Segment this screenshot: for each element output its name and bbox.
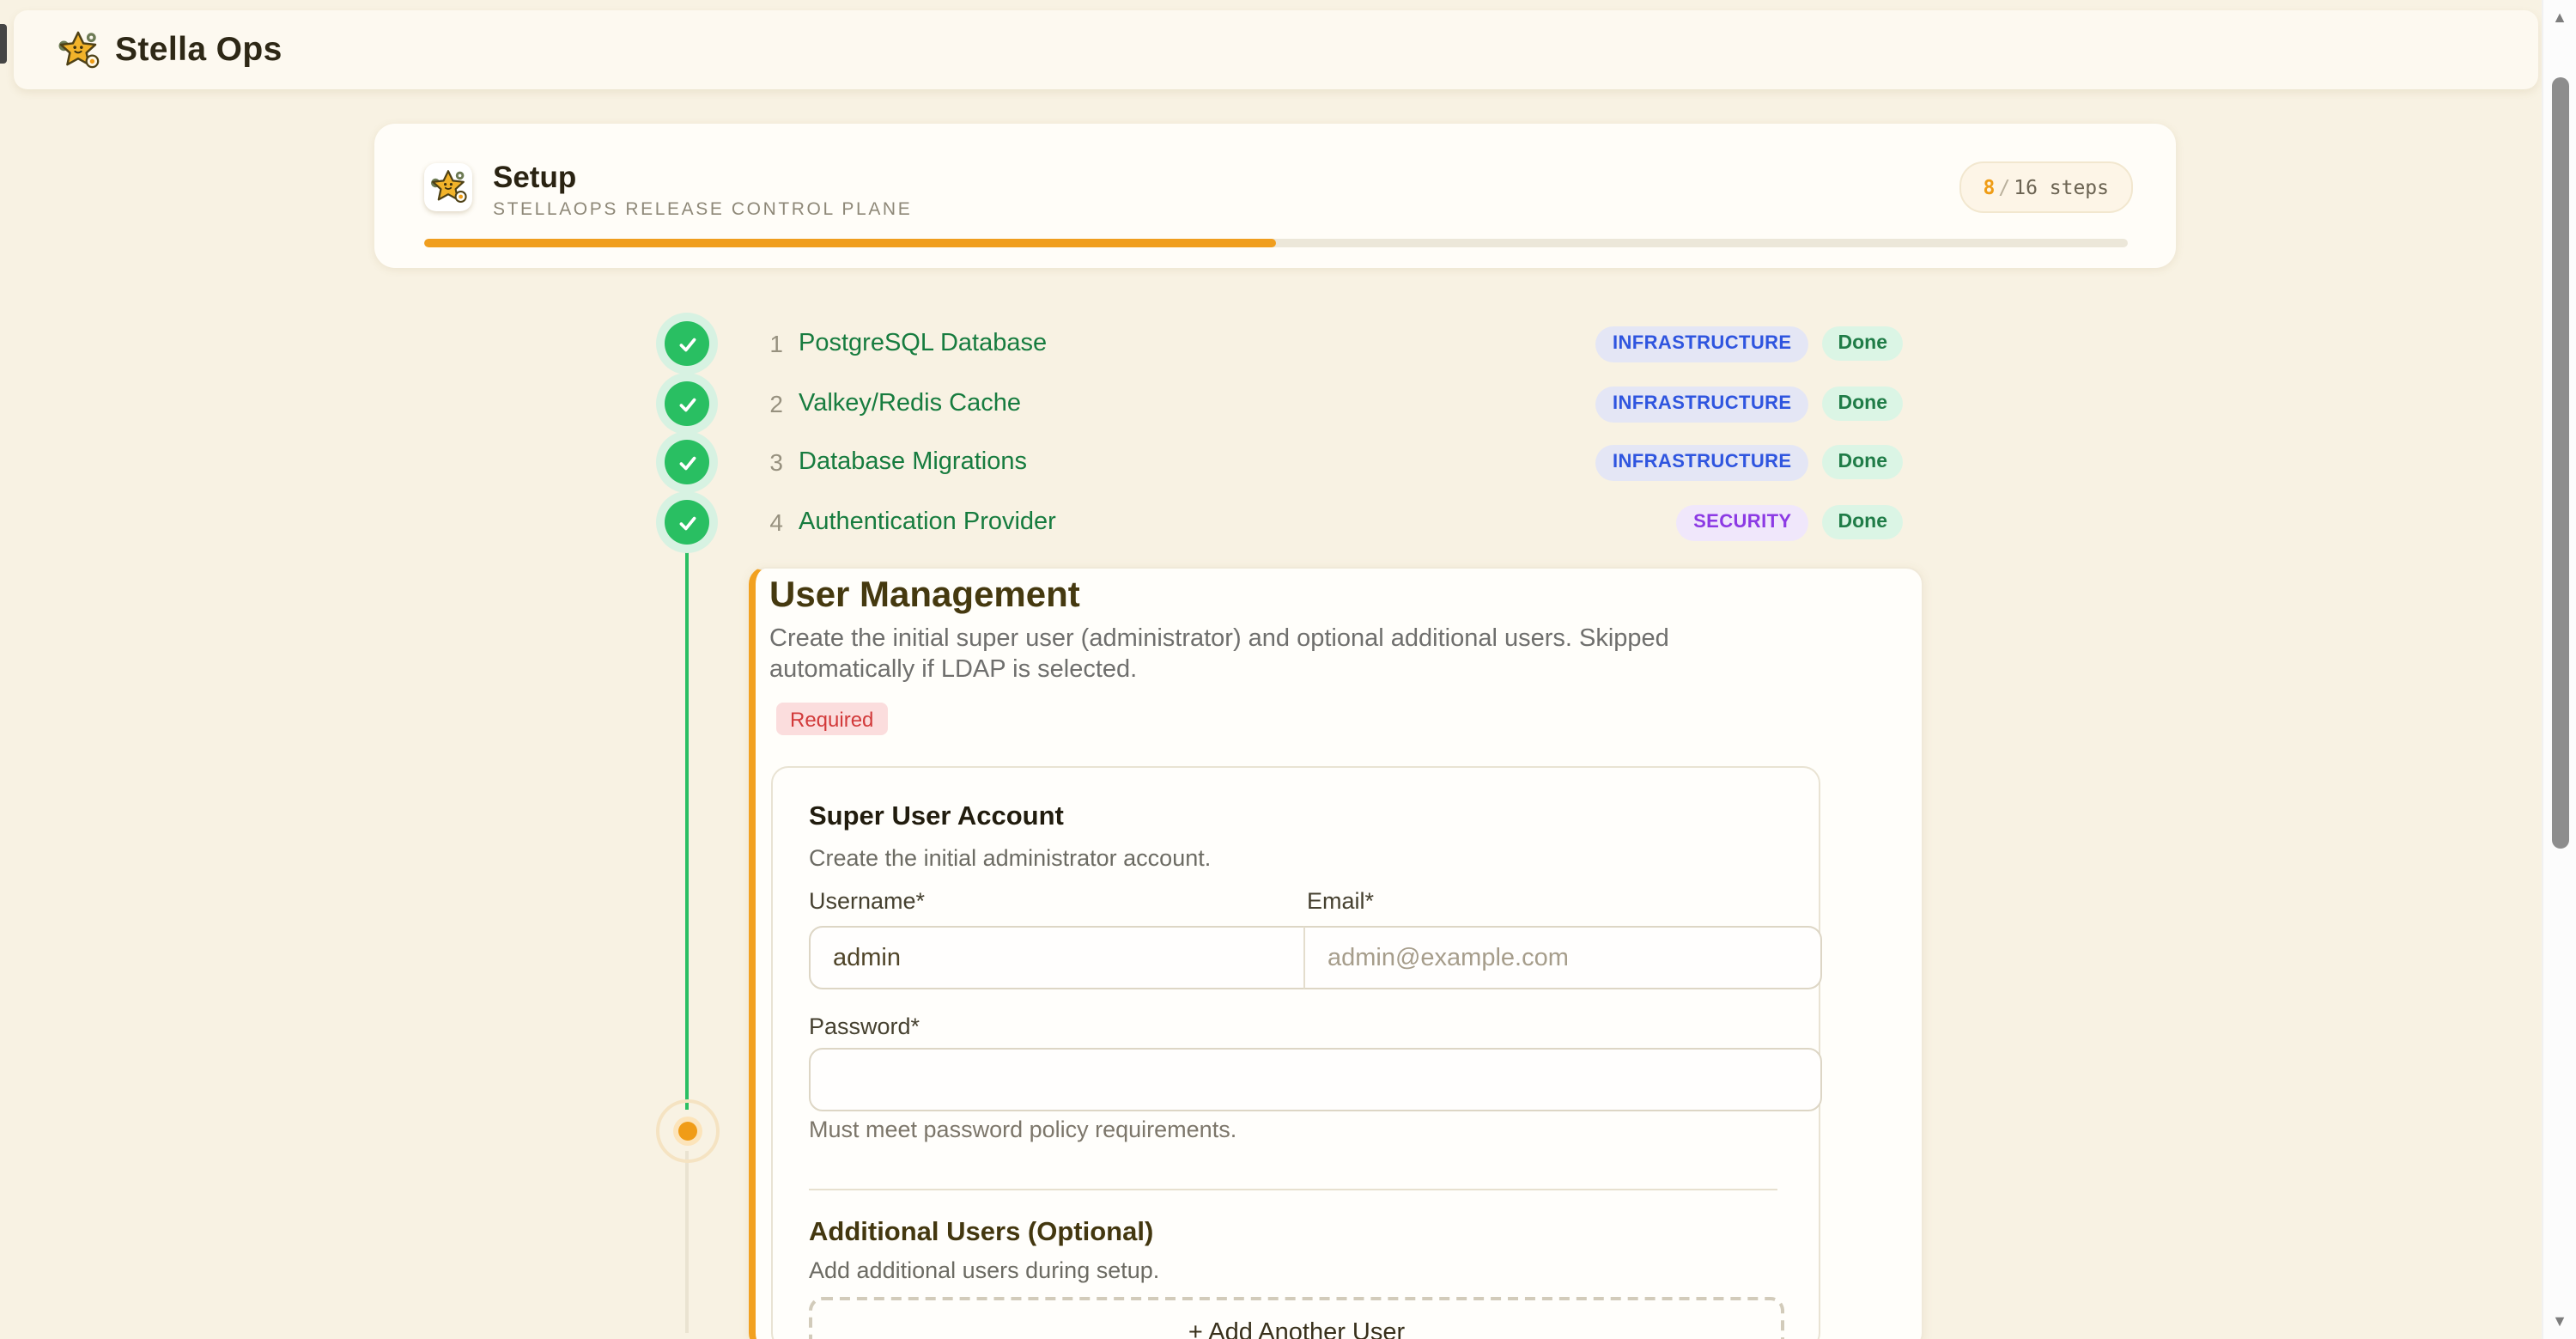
super-user-subtitle: Create the initial administrator account… <box>809 845 1211 871</box>
scrollbar-thumb[interactable] <box>2551 77 2568 849</box>
setup-title: Setup <box>493 160 576 196</box>
required-badge: Required <box>776 703 887 735</box>
top-bar: Stella Ops <box>14 10 2538 89</box>
category-badge: INFRASTRUCTURE <box>1595 444 1809 480</box>
scrollbar-down-icon[interactable]: ▼ <box>2543 1308 2576 1332</box>
section-title: User Management <box>769 575 1080 617</box>
super-user-account-card: Super User Account Create the initial ad… <box>771 766 1820 1339</box>
step-title: Authentication Provider <box>799 508 1056 536</box>
username-field[interactable] <box>809 926 1305 989</box>
window-edge-artifact <box>0 24 7 64</box>
steps-count-badge: 8 / 16 steps <box>1959 161 2133 213</box>
email-label: Email* <box>1307 888 1374 914</box>
step-check-icon <box>665 440 709 484</box>
scrollbar-up-icon[interactable]: ▲ <box>2543 5 2576 29</box>
email-field[interactable] <box>1303 926 1822 989</box>
password-label: Password* <box>809 1013 920 1039</box>
steps-done-count: 8 <box>1983 175 1995 199</box>
setup-header-card: Setup STELLAOPS RELEASE CONTROL PLANE 8 … <box>374 124 2176 268</box>
status-badge: Done <box>1823 445 1904 479</box>
setup-subtitle: STELLAOPS RELEASE CONTROL PLANE <box>493 199 912 220</box>
step-number: 1 <box>756 330 783 357</box>
step-row-authentication[interactable]: 4 Authentication Provider SECURITY Done <box>756 498 1903 546</box>
timeline-line-upcoming <box>685 1151 689 1333</box>
add-another-user-button[interactable]: + Add Another User <box>809 1297 1784 1339</box>
setup-page: Stella Ops Setup STELLAOPS RELEASE CONTR… <box>0 0 2576 1339</box>
step-row-valkey[interactable]: 2 Valkey/Redis Cache INFRASTRUCTURE Done <box>756 380 1903 428</box>
status-badge: Done <box>1823 505 1904 539</box>
brand-title: Stella Ops <box>115 30 283 70</box>
additional-users-title: Additional Users (Optional) <box>809 1218 1153 1249</box>
vertical-scrollbar[interactable]: ▲ ▼ <box>2542 0 2576 1339</box>
step-check-icon <box>665 381 709 426</box>
step-number: 3 <box>756 448 783 476</box>
setup-progress-fill <box>424 239 1276 247</box>
step-title: Valkey/Redis Cache <box>799 390 1021 417</box>
stellaops-mascot-icon <box>55 27 101 73</box>
section-divider <box>809 1189 1777 1190</box>
steps-total-label: 16 steps <box>2014 175 2109 199</box>
super-user-title: Super User Account <box>809 802 1064 833</box>
status-badge: Done <box>1823 386 1904 421</box>
password-helper-text: Must meet password policy requirements. <box>809 1117 1236 1142</box>
setup-progress-bar <box>424 239 2128 247</box>
step-number: 2 <box>756 390 783 417</box>
username-label: Username* <box>809 888 925 914</box>
category-badge: INFRASTRUCTURE <box>1595 326 1809 362</box>
category-badge: SECURITY <box>1676 504 1808 540</box>
step-row-migrations[interactable]: 3 Database Migrations INFRASTRUCTURE Don… <box>756 438 1903 486</box>
step-title: PostgreSQL Database <box>799 330 1047 357</box>
section-description: Create the initial super user (administr… <box>769 625 1748 686</box>
additional-users-subtitle: Add additional users during setup. <box>809 1257 1159 1283</box>
setup-logo-icon <box>424 163 472 211</box>
password-field[interactable] <box>809 1048 1822 1111</box>
step-title: Database Migrations <box>799 448 1027 476</box>
step-check-icon <box>665 500 709 545</box>
steps-count-separator: / <box>1998 175 2010 199</box>
step-row-postgresql[interactable]: 1 PostgreSQL Database INFRASTRUCTURE Don… <box>756 320 1903 368</box>
step-check-icon <box>665 321 709 366</box>
current-step-marker-icon <box>677 1121 696 1140</box>
step-number: 4 <box>756 508 783 536</box>
user-management-card: User Management Create the initial super… <box>749 567 1923 1339</box>
category-badge: INFRASTRUCTURE <box>1595 386 1809 422</box>
status-badge: Done <box>1823 326 1904 361</box>
